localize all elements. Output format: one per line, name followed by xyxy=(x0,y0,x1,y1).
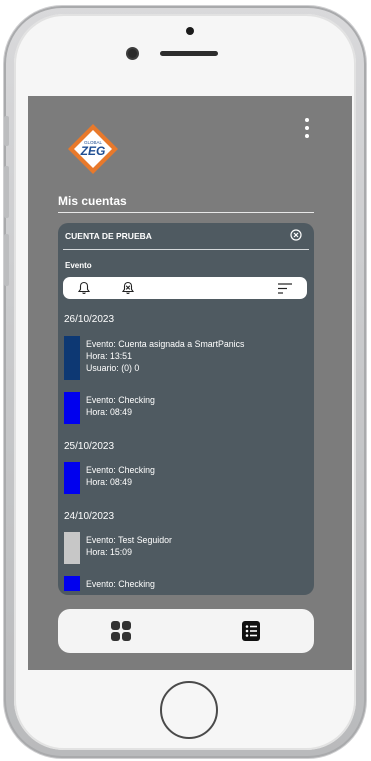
event-color-bar xyxy=(64,392,80,424)
section-divider xyxy=(58,212,314,213)
bottom-navigation xyxy=(58,609,314,653)
close-circle-icon[interactable] xyxy=(290,229,302,241)
account-name: CUENTA DE PRUEBA xyxy=(65,231,152,241)
event-time: Hora: 13:51 xyxy=(86,351,132,361)
sensor-dot xyxy=(186,27,194,35)
event-type: Evento: Cuenta asignada a SmartPanics xyxy=(86,339,245,349)
bell-icon[interactable] xyxy=(77,281,91,295)
event-type: Evento: Checking xyxy=(86,579,155,589)
more-vertical-icon[interactable] xyxy=(302,118,312,144)
event-time: Hora: 08:49 xyxy=(86,477,132,487)
account-card: CUENTA DE PRUEBA Evento 26/10/2023 Event… xyxy=(58,223,314,595)
events-list: 26/10/2023 Evento: Cuenta asignada a Sma… xyxy=(58,311,314,591)
volume-down-button xyxy=(4,234,9,286)
brand-logo: GLOBAL ZEG xyxy=(68,124,118,174)
event-details: Evento: Checking Hora: 08:49 xyxy=(86,394,155,418)
event-type: Evento: Checking xyxy=(86,465,155,475)
account-divider xyxy=(63,249,309,250)
app-screen: GLOBAL ZEG Mis cuentas CUENTA DE PRUEBA … xyxy=(28,96,352,670)
date-header: 26/10/2023 xyxy=(64,314,115,325)
sort-icon[interactable] xyxy=(277,282,293,295)
section-title: Mis cuentas xyxy=(58,194,127,208)
event-type: Evento: Test Seguidor xyxy=(86,535,172,545)
event-time: Hora: 15:09 xyxy=(86,547,132,557)
date-header: 24/10/2023 xyxy=(64,511,115,522)
event-time: Hora: 08:49 xyxy=(86,407,132,417)
bell-off-icon[interactable] xyxy=(121,281,135,295)
logo-text: ZEG xyxy=(80,144,106,158)
event-color-bar xyxy=(64,532,80,564)
event-filter-bar xyxy=(63,277,307,299)
volume-up-button xyxy=(4,166,9,218)
mute-switch xyxy=(4,116,9,146)
event-details: Evento: Checking xyxy=(86,578,155,590)
event-details: Evento: Cuenta asignada a SmartPanics Ho… xyxy=(86,338,244,374)
grid-icon[interactable] xyxy=(110,620,132,642)
event-user: Usuario: (0) 0 xyxy=(86,363,140,373)
date-header: 25/10/2023 xyxy=(64,441,115,452)
event-details: Evento: Test Seguidor Hora: 15:09 xyxy=(86,534,172,558)
events-label: Evento xyxy=(65,261,92,270)
event-color-bar xyxy=(64,336,80,380)
list-icon[interactable] xyxy=(241,620,261,642)
earpiece-speaker xyxy=(160,51,218,56)
event-type: Evento: Checking xyxy=(86,395,155,405)
event-color-bar xyxy=(64,576,80,591)
event-color-bar xyxy=(64,462,80,494)
front-camera xyxy=(128,49,137,58)
event-details: Evento: Checking Hora: 08:49 xyxy=(86,464,155,488)
home-button[interactable] xyxy=(160,681,218,739)
